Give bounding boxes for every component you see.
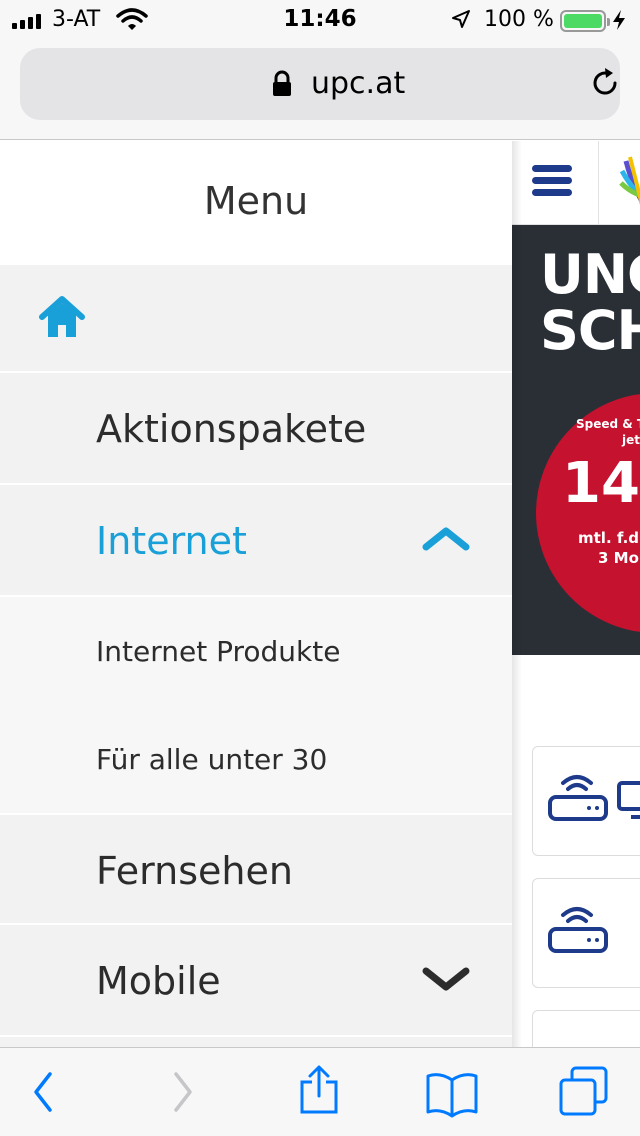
lock-icon <box>272 70 292 102</box>
menu-item-label: Mobile <box>96 959 221 1003</box>
tabs-icon[interactable] <box>558 1066 610 1122</box>
bookmarks-icon[interactable] <box>424 1070 480 1122</box>
promo-banner[interactable]: UNG SCH Speed & T jetzt 14, mtl. f.d. 3 … <box>512 225 640 655</box>
submenu-item-internet-produkte[interactable]: Internet Produkte <box>0 597 512 705</box>
menu-item-fernsehen[interactable]: Fernsehen <box>0 813 512 925</box>
badge-line-2: jetzt <box>622 433 640 447</box>
battery-percent: 100 % <box>484 7 554 32</box>
side-menu: Menu Aktionspakete Internet Internet Pro… <box>0 141 512 1047</box>
menu-item-aktionspakete[interactable]: Aktionspakete <box>0 373 512 485</box>
menu-item-mobile[interactable]: Mobile <box>0 925 512 1037</box>
forward-icon[interactable] <box>170 1070 196 1118</box>
router-icon <box>547 769 609 829</box>
badge-line-4: 3 Mor <box>598 549 640 567</box>
router-icon <box>547 901 609 961</box>
product-card[interactable] <box>532 746 640 856</box>
product-card[interactable] <box>532 878 640 988</box>
menu-item-label: Internet <box>96 519 247 563</box>
menu-item-internet[interactable]: Internet <box>0 485 512 597</box>
menu-item-label: Fernsehen <box>96 849 293 893</box>
back-icon[interactable] <box>30 1070 56 1118</box>
submenu-item-label: Internet Produkte <box>96 635 341 668</box>
upc-logo-icon[interactable] <box>618 155 640 215</box>
url-text: upc.at <box>311 66 406 101</box>
reload-icon[interactable] <box>588 66 622 104</box>
address-bar[interactable]: upc.at <box>20 48 620 120</box>
menu-title: Menu <box>203 179 309 223</box>
location-arrow-icon <box>451 9 471 33</box>
menu-item-home[interactable] <box>0 265 512 373</box>
chevron-down-icon[interactable] <box>420 963 472 997</box>
header-divider <box>598 141 599 225</box>
site-header <box>512 141 640 225</box>
monitor-icon <box>617 781 640 825</box>
badge-line-1: Speed & T <box>576 417 640 431</box>
promo-price-badge: Speed & T jetzt 14, mtl. f.d. 3 Mor <box>536 393 640 633</box>
share-icon[interactable] <box>298 1064 340 1120</box>
badge-price: 14, <box>562 451 640 516</box>
submenu-item-label: Für alle unter 30 <box>96 743 328 776</box>
home-icon <box>38 295 86 345</box>
hamburger-menu-icon[interactable] <box>532 165 576 201</box>
battery-icon <box>560 10 610 32</box>
promo-title: UNG SCH <box>540 243 640 362</box>
badge-line-3: mtl. f.d. <box>578 529 640 547</box>
menu-item-label: Aktionspakete <box>96 407 367 451</box>
browser-toolbar <box>0 1047 640 1136</box>
submenu-item-fuer-alle-unter-30[interactable]: Für alle unter 30 <box>0 705 512 813</box>
browser-address-area: upc.at <box>0 40 640 140</box>
menu-header: Menu <box>0 141 512 265</box>
status-bar: 3-AT 11:46 100 % <box>0 0 640 40</box>
chevron-up-icon[interactable] <box>420 523 472 557</box>
charging-bolt-icon <box>612 9 626 35</box>
menu-shadow <box>512 141 522 1047</box>
